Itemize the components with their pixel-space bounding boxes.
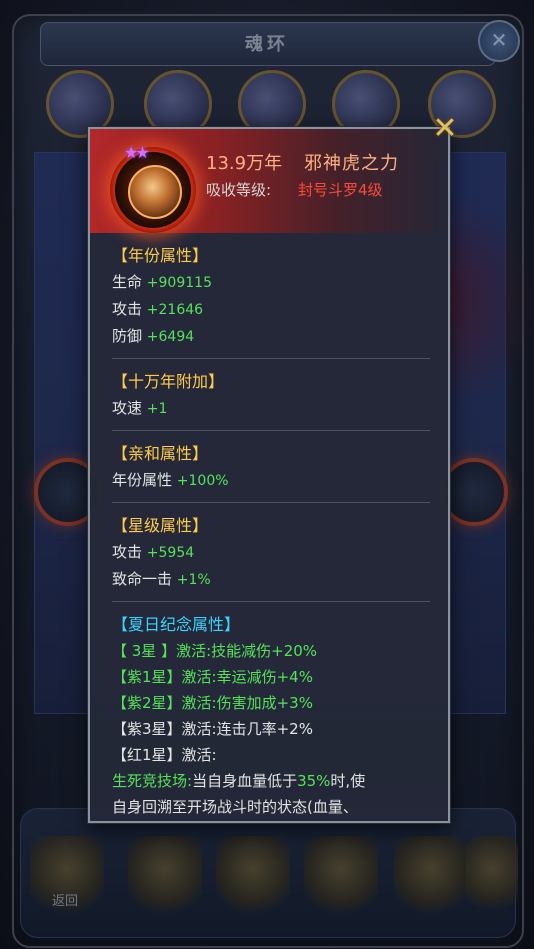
tiger-icon [128,165,182,219]
attr-row: 攻速 +1 [112,399,168,417]
summer-line: 【紫1星】激活:幸运减伤+4% [112,668,313,686]
absorb-level-label: 吸收等级: [206,181,272,199]
ring-name: 邪神虎之力 [304,153,399,174]
absorb-level-value: 封号斗罗4级 [298,181,383,199]
section-title: 【年份属性】 [112,246,209,265]
summer-line: 【紫3星】激活:连击几率+2% [112,720,313,738]
section-title: 【亲和属性】 [112,444,209,463]
soul-ring-detail-popup: ★★ 13.9万年 邪神虎之力 吸收等级: 封号斗罗4级 【年份属性】 生命 +… [88,127,450,823]
attr-row: 生命 +909115 [112,273,212,291]
attr-row: 防御 +6494 [112,327,195,345]
divider [112,601,430,602]
attribute-list: 【年份属性】 生命 +909115 攻击 +21646 防御 +6494 【十万… [112,243,432,820]
close-icon[interactable]: ✕ [430,114,460,144]
attr-row: 攻击 +21646 [112,300,204,318]
hundred-k-section: 【十万年附加】 攻速 +1 [112,369,432,422]
ring-years: 13.9万年 [206,153,283,174]
summer-line: 【 3星 】激活:技能减伤+20% [112,642,318,660]
summer-line: 【红1星】激活: [112,746,217,764]
summer-section: 【夏日纪念属性】 【 3星 】激活:技能减伤+20% 【紫1星】激活:幸运减伤+… [112,612,432,820]
divider [112,430,430,431]
section-title: 【星级属性】 [112,516,209,535]
summer-line: 【紫2星】激活:伤害加成+3% [112,694,313,712]
attr-row: 年份属性 +100% [112,471,229,489]
arena-line: 生死竞技场:当自身血量低于35%时,使 [112,772,366,790]
year-attr-section: 【年份属性】 生命 +909115 攻击 +21646 防御 +6494 [112,243,432,350]
star-rank-icon: ★★ [124,143,150,162]
affinity-section: 【亲和属性】 年份属性 +100% [112,441,432,494]
divider [112,502,430,503]
divider [112,358,430,359]
section-title: 【十万年附加】 [112,372,225,391]
section-title: 【夏日纪念属性】 [112,615,241,634]
attr-row: 攻击 +5954 [112,543,195,561]
star-section: 【星级属性】 攻击 +5954 致命一击 +1% [112,513,432,593]
attr-row: 致命一击 +1% [112,570,211,588]
arena-line-2: 自身回溯至开场战斗时的状态(血量、 [112,798,358,816]
